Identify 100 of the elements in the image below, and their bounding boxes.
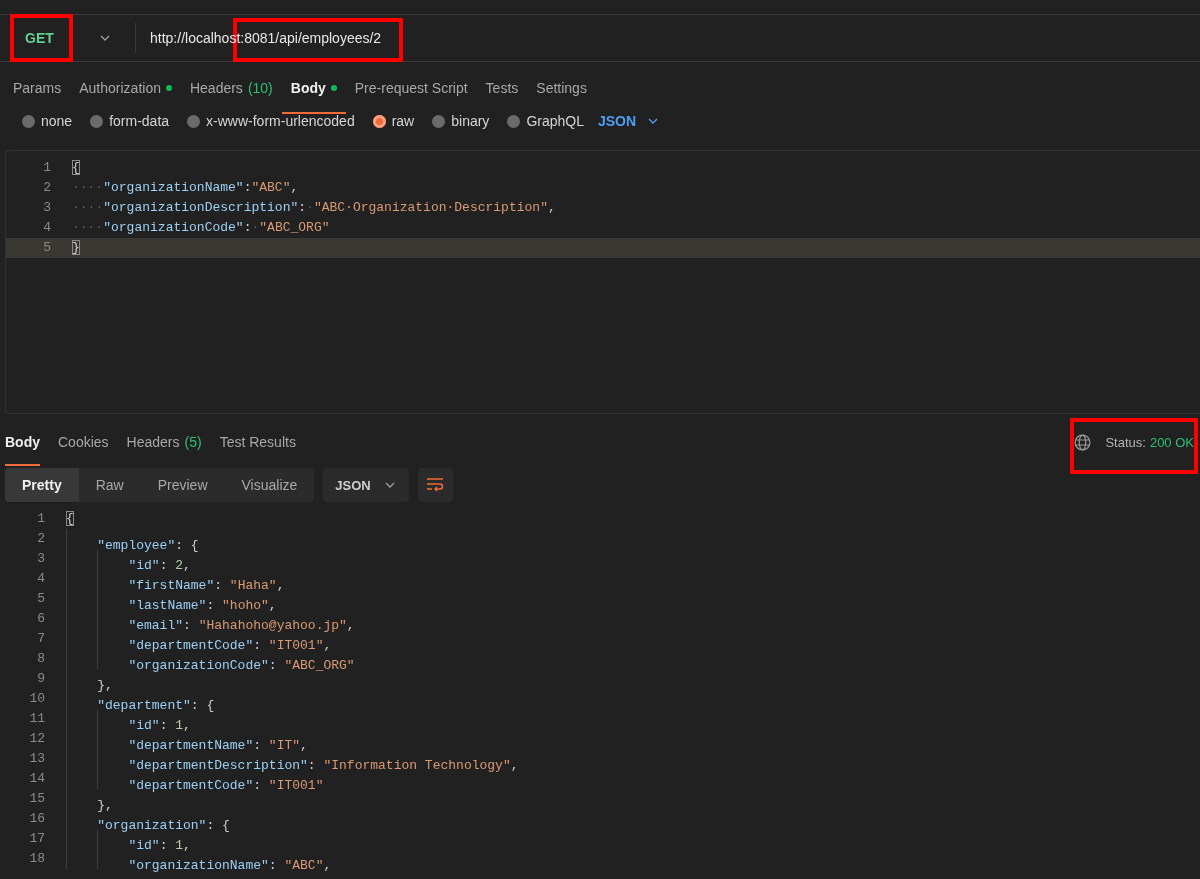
line-number: 2 bbox=[36, 530, 45, 548]
code-token: : bbox=[206, 598, 216, 613]
tab[interactable]: Headers (5) bbox=[126, 418, 211, 466]
code-token: "ABC_ORG" bbox=[284, 658, 355, 673]
code-token: , bbox=[323, 858, 332, 873]
code-token: , bbox=[183, 558, 191, 573]
code-token: "IT" bbox=[268, 738, 301, 753]
radio-option[interactable]: form-data bbox=[90, 113, 170, 129]
code-token: "firstName" bbox=[128, 578, 215, 593]
code-token: "hoho" bbox=[222, 598, 269, 613]
code-token: : bbox=[159, 838, 169, 853]
code-token: "ABC" bbox=[251, 180, 291, 195]
format-dropdown[interactable]: JSON bbox=[597, 113, 659, 129]
code-token: : bbox=[183, 618, 192, 633]
tab[interactable]: Pre-request Script bbox=[345, 62, 477, 114]
chevron-icon bbox=[384, 482, 395, 488]
tab[interactable]: Cookies bbox=[58, 418, 118, 466]
line-number: 7 bbox=[36, 630, 45, 648]
radio-button[interactable] bbox=[187, 114, 201, 128]
line-number: 3 bbox=[42, 199, 51, 217]
code-token: , bbox=[300, 738, 308, 753]
radio-option[interactable]: raw bbox=[372, 113, 415, 129]
globe-icon bbox=[1074, 433, 1092, 451]
line-number: 8 bbox=[36, 650, 45, 668]
code-token: "departmentCode" bbox=[128, 778, 254, 793]
code-token: : bbox=[253, 638, 263, 653]
code-token: "organizationName" bbox=[103, 180, 244, 195]
code-token: "IT001" bbox=[268, 638, 324, 653]
line-number: 4 bbox=[36, 570, 45, 588]
tab[interactable]: Authorization bbox=[70, 62, 181, 114]
line-number: 4 bbox=[42, 219, 51, 237]
code-token: : bbox=[268, 658, 278, 673]
format-dropdown[interactable]: JSON bbox=[323, 468, 409, 502]
code-token: , bbox=[276, 578, 285, 593]
code-token: "IT001" bbox=[268, 778, 324, 793]
code-token: · bbox=[251, 220, 260, 235]
radio-button[interactable] bbox=[372, 114, 386, 128]
code-token: "ABC·Organization·Description" bbox=[313, 200, 548, 215]
line-number: 14 bbox=[28, 770, 45, 788]
radio-option[interactable]: GraphQL bbox=[507, 113, 584, 129]
radio-button[interactable] bbox=[507, 114, 521, 128]
status-label: Status: bbox=[1105, 434, 1146, 450]
line-number: 5 bbox=[42, 239, 51, 257]
code-token: "organizationDescription" bbox=[103, 200, 299, 215]
wrap-button[interactable] bbox=[417, 468, 453, 502]
tab[interactable]: Params bbox=[4, 62, 71, 114]
code-token: "departmentCode" bbox=[128, 638, 254, 653]
code-token: "email" bbox=[128, 618, 183, 633]
code-token: "organizationName" bbox=[128, 858, 269, 873]
line-number: 10 bbox=[28, 690, 45, 708]
code-token: "departmentName" bbox=[128, 738, 254, 753]
code-token: "Information Technology" bbox=[323, 758, 511, 773]
view-mode-tab[interactable]: Pretty bbox=[5, 468, 79, 502]
tab[interactable]: Test Results bbox=[219, 418, 305, 466]
matched-brace: { bbox=[66, 511, 74, 526]
radio-button[interactable] bbox=[432, 114, 446, 128]
radio-button[interactable] bbox=[22, 114, 35, 128]
code-token: · bbox=[306, 200, 314, 215]
tab[interactable]: Tests bbox=[476, 62, 528, 114]
radio-option[interactable]: none bbox=[22, 113, 73, 129]
code-token: , bbox=[323, 638, 332, 653]
code-token: : bbox=[253, 778, 263, 793]
method-selector[interactable]: GET bbox=[25, 30, 54, 46]
radio-option[interactable]: binary bbox=[432, 113, 490, 129]
code-token: , bbox=[547, 200, 556, 215]
code-token: "organizationCode" bbox=[103, 220, 244, 235]
code-token: ···· bbox=[72, 180, 104, 195]
code-token: : bbox=[159, 718, 169, 733]
wrap-lines-icon bbox=[426, 477, 445, 493]
view-mode-tab[interactable]: Raw bbox=[78, 468, 141, 502]
radio-option[interactable]: x-www-form-urlencoded bbox=[187, 113, 355, 129]
view-mode-tab[interactable]: Preview bbox=[140, 468, 225, 502]
view-mode-tab[interactable]: Visualize bbox=[224, 468, 315, 502]
code-token: }, bbox=[97, 798, 113, 813]
code-token: "departmentDescription" bbox=[128, 758, 308, 773]
line-number: 17 bbox=[28, 830, 45, 848]
code-token: , bbox=[510, 758, 519, 773]
chevron-icon bbox=[648, 118, 659, 124]
code-token: , bbox=[183, 838, 191, 853]
tab[interactable]: Settings bbox=[527, 62, 596, 114]
code-token: "Hahahoho@yahoo.jp" bbox=[198, 618, 347, 633]
code-token: : bbox=[243, 220, 252, 235]
code-token: : { bbox=[206, 818, 230, 833]
line-number: 18 bbox=[28, 850, 45, 868]
matched-brace: { bbox=[72, 160, 80, 175]
code-token: , bbox=[183, 718, 191, 733]
code-token: }, bbox=[97, 678, 113, 693]
tab[interactable]: Headers (10) bbox=[180, 62, 282, 114]
tab[interactable]: Body bbox=[5, 418, 49, 466]
line-number: 1 bbox=[36, 510, 45, 528]
code-token: "id" bbox=[128, 558, 160, 573]
tab[interactable]: Body bbox=[281, 62, 346, 114]
chevron-icon bbox=[100, 35, 110, 41]
code-token: : bbox=[307, 758, 317, 773]
radio-button[interactable] bbox=[90, 114, 104, 128]
line-number: 16 bbox=[28, 810, 45, 828]
code-token: "ABC_ORG" bbox=[259, 220, 330, 235]
code-token: "organization" bbox=[97, 818, 207, 833]
line-number: 13 bbox=[28, 750, 45, 768]
line-number: 6 bbox=[36, 610, 45, 628]
